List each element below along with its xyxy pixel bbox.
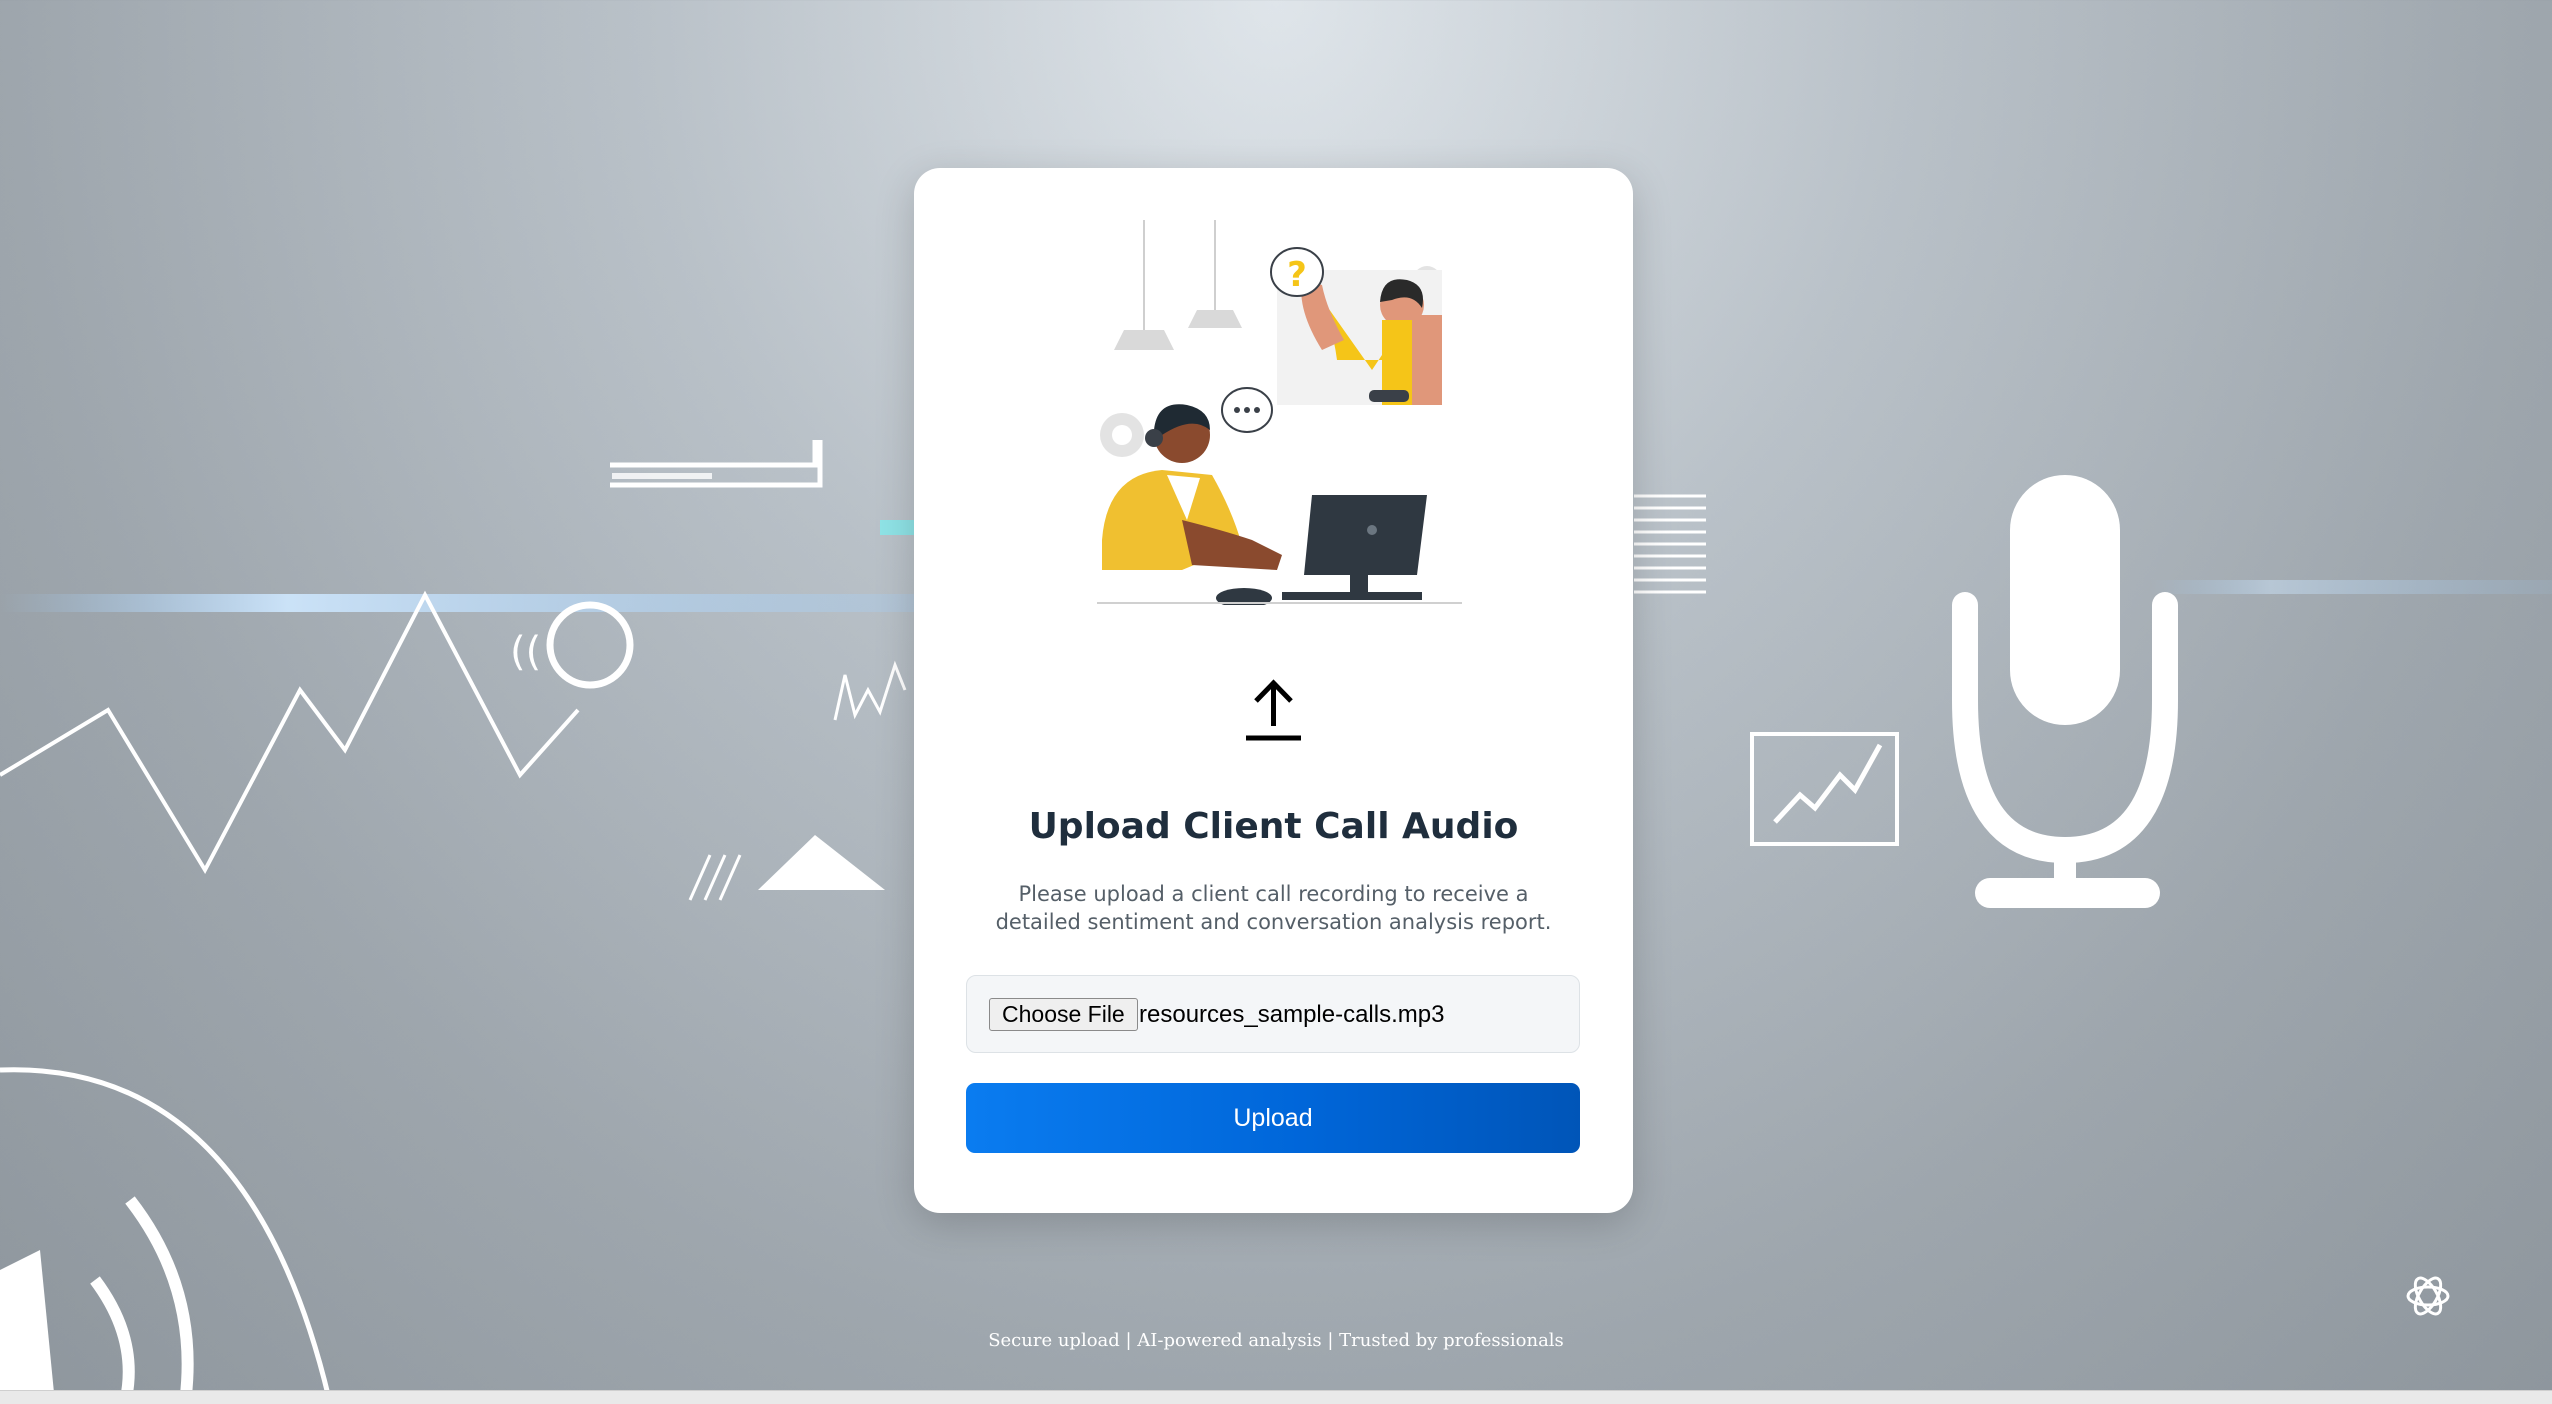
description-text: Please upload a client call recording to… xyxy=(995,882,1552,934)
upload-arrow-icon xyxy=(1246,679,1301,741)
openai-logo-icon[interactable] xyxy=(2402,1270,2454,1322)
taskbar xyxy=(0,1390,2552,1404)
selected-file-name: resources_sample-calls.mp3 xyxy=(1139,1001,1445,1028)
svg-text:((: (( xyxy=(510,629,541,675)
question-mark-text: ? xyxy=(1287,255,1307,295)
choose-file-button[interactable]: Choose File xyxy=(989,998,1138,1031)
call-center-illustration: ? xyxy=(1097,220,1462,605)
upload-button[interactable]: Upload xyxy=(966,1083,1580,1153)
file-input[interactable]: Choose File resources_sample-calls.mp3 xyxy=(966,975,1580,1053)
upload-card: ? Upload Client Call Audio Please upload… xyxy=(914,168,1633,1213)
footer-tagline: Secure upload | AI-powered analysis | Tr… xyxy=(988,1330,1564,1351)
page-title: Upload Client Call Audio xyxy=(1028,806,1519,847)
